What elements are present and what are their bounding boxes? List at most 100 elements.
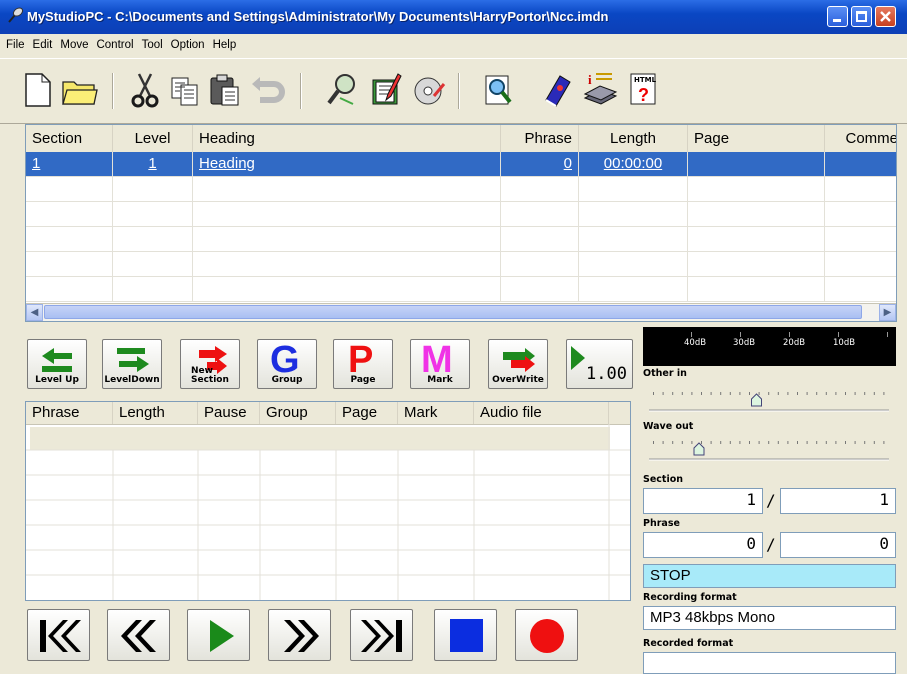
scroll-left-button[interactable]: ◀ (26, 304, 43, 321)
open-folder-icon[interactable] (60, 70, 98, 110)
go-to-start-button[interactable] (27, 609, 90, 661)
column-header-audio-file[interactable]: Audio file (474, 402, 609, 424)
phrase-table-grid (26, 424, 630, 600)
column-header-level[interactable]: Level (113, 125, 193, 152)
column-header-heading[interactable]: Heading (193, 125, 501, 152)
column-header-phrase[interactable]: Phrase (26, 402, 113, 424)
scrollbar-thumb[interactable] (44, 305, 862, 319)
column-header-page[interactable]: Page (336, 402, 398, 424)
copy-icon[interactable] (166, 70, 204, 110)
maximize-button[interactable] (851, 6, 872, 27)
column-header-comment[interactable]: Comme (825, 125, 896, 152)
other-in-slider[interactable] (643, 380, 896, 418)
mark-button[interactable]: M Mark (410, 339, 470, 389)
cut-icon[interactable] (126, 70, 164, 110)
group-g-icon: G (270, 342, 300, 376)
group-button[interactable]: G Group (257, 339, 317, 389)
phrase-table[interactable]: Phrase Length Pause Group Page Mark Audi… (25, 401, 631, 601)
go-to-end-button[interactable] (350, 609, 413, 661)
phrase-slash: / (766, 535, 776, 554)
cd-icon[interactable] (410, 70, 448, 110)
column-header-group[interactable]: Group (260, 402, 336, 424)
book-icon[interactable] (538, 70, 576, 110)
stop-icon (450, 619, 483, 652)
play-speed-button[interactable]: 1.00 (566, 339, 633, 389)
stop-button[interactable] (434, 609, 497, 661)
column-header-pause[interactable]: Pause (198, 402, 260, 424)
phrase-label: Phrase (643, 518, 680, 529)
table-row[interactable]: 1 1 Heading 0 00:00:00 (26, 152, 896, 177)
arrow-up-left-icon (42, 348, 72, 372)
arrow-down-right-icon (117, 348, 149, 372)
window-title: MyStudioPC - C:\Documents and Settings\A… (27, 9, 609, 24)
new-section-button[interactable]: New Section (180, 339, 240, 389)
overwrite-label: OverWrite (492, 375, 544, 385)
menu-bar: File Edit Move Control Tool Option Help (0, 34, 907, 59)
new-file-icon[interactable] (18, 70, 56, 110)
section-total-field: 1 (780, 488, 896, 514)
undo-icon[interactable] (248, 70, 286, 110)
find-document-icon[interactable] (480, 70, 518, 110)
column-header-page[interactable]: Page (688, 125, 825, 152)
minimize-button[interactable] (827, 6, 848, 27)
cell-heading: Heading (193, 152, 501, 176)
column-header-section[interactable]: Section (26, 125, 113, 152)
section-table[interactable]: Section Level Heading Phrase Length Page… (25, 124, 897, 322)
svg-text:G: G (270, 342, 300, 376)
phrase-current-field: 0 (643, 532, 763, 558)
table-row[interactable] (26, 202, 896, 227)
wave-out-slider[interactable] (643, 433, 896, 471)
page-button[interactable]: P Page (333, 339, 393, 389)
column-header-length[interactable]: Length (113, 402, 198, 424)
record-button[interactable] (515, 609, 578, 661)
overwrite-arrows-icon (503, 348, 535, 372)
mark-label: Mark (427, 375, 453, 385)
menu-tool[interactable]: Tool (138, 34, 167, 51)
fast-forward-icon (284, 620, 319, 652)
scroll-right-button[interactable]: ▶ (879, 304, 896, 321)
paste-icon[interactable] (206, 70, 244, 110)
horizontal-scrollbar[interactable]: ◀ ▶ (26, 303, 896, 321)
search-icon[interactable] (323, 70, 361, 110)
mark-m-icon: M (421, 342, 453, 376)
menu-move[interactable]: Move (56, 34, 92, 51)
play-button[interactable] (187, 609, 250, 661)
svg-text:M: M (421, 342, 453, 376)
edit-book-icon[interactable] (368, 70, 406, 110)
svg-text:i: i (588, 72, 592, 87)
group-label: Group (271, 375, 303, 385)
table-row[interactable] (26, 227, 896, 252)
other-in-slider-thumb[interactable] (751, 393, 762, 407)
menu-edit[interactable]: Edit (29, 34, 57, 51)
meter-label-20db: 20dB (783, 338, 806, 348)
status-display: STOP (643, 564, 896, 588)
rewind-button[interactable] (107, 609, 170, 661)
column-header-phrase[interactable]: Phrase (501, 125, 579, 152)
html-help-icon[interactable]: HTML? (624, 70, 662, 110)
level-up-button[interactable]: Level Up (27, 339, 87, 389)
level-up-label: Level Up (35, 375, 79, 385)
table-row[interactable] (26, 277, 896, 302)
column-header-length[interactable]: Length (579, 125, 688, 152)
menu-control[interactable]: Control (92, 34, 137, 51)
wave-out-slider-thumb[interactable] (693, 442, 705, 456)
title-bar: MyStudioPC - C:\Documents and Settings\A… (0, 0, 907, 34)
table-row[interactable] (26, 177, 896, 202)
record-icon (530, 619, 564, 653)
info-books-icon[interactable]: i (582, 70, 620, 110)
skip-to-end-icon (361, 620, 402, 652)
section-slash: / (766, 491, 776, 510)
phrase-table-header: Phrase Length Pause Group Page Mark Audi… (26, 402, 630, 425)
table-row[interactable] (26, 252, 896, 277)
level-down-button[interactable]: LevelDown (102, 339, 162, 389)
overwrite-button[interactable]: OverWrite (488, 339, 548, 389)
close-button[interactable] (875, 6, 896, 27)
other-in-label: Other in (643, 368, 687, 379)
fast-forward-button[interactable] (268, 609, 331, 661)
recording-format-label: Recording format (643, 592, 737, 603)
menu-help[interactable]: Help (209, 34, 241, 51)
menu-option[interactable]: Option (167, 34, 209, 51)
cell-comment (825, 152, 896, 176)
menu-file[interactable]: File (2, 34, 29, 51)
column-header-mark[interactable]: Mark (398, 402, 474, 424)
